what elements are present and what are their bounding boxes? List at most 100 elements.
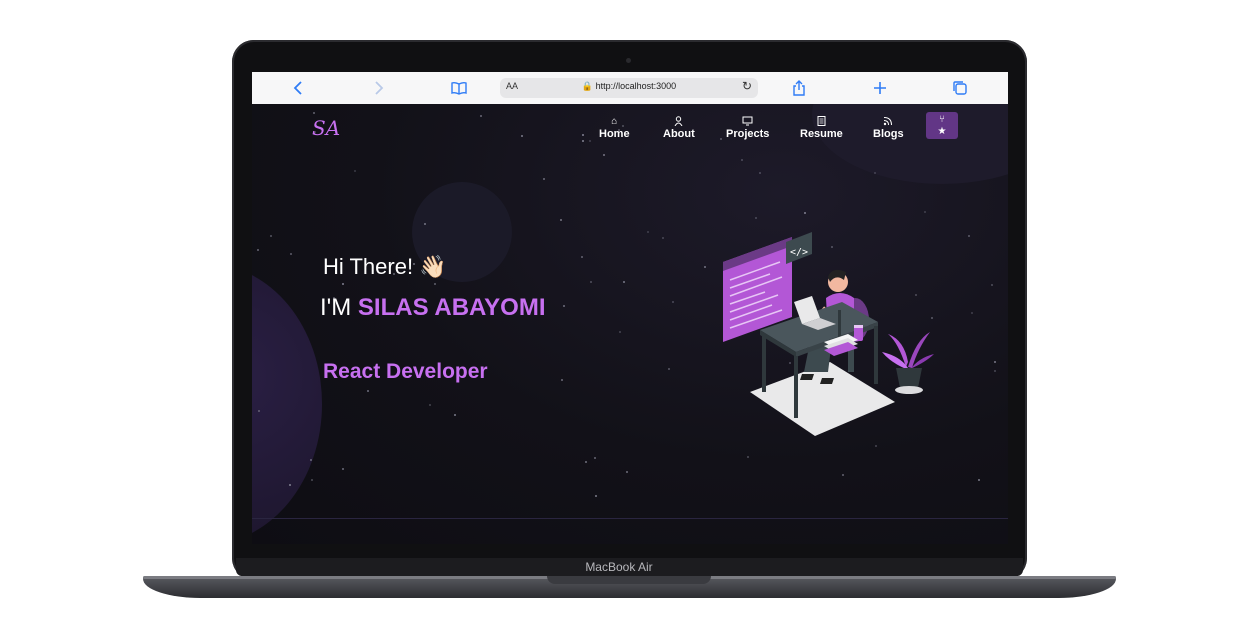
- star-dot: [968, 235, 970, 237]
- chevron-right-icon[interactable]: [369, 79, 387, 97]
- star-dot: [521, 135, 523, 137]
- github-fork-star-button[interactable]: ⑂ ★: [926, 112, 958, 139]
- star-dot: [720, 138, 722, 140]
- star-dot: [582, 134, 584, 136]
- rss-icon: [883, 116, 893, 127]
- star-dot: [480, 115, 482, 117]
- star-dot: [759, 172, 761, 174]
- star-dot: [313, 112, 315, 114]
- star-dot: [603, 154, 605, 156]
- laptop-notch: [547, 576, 711, 584]
- star-dot: [741, 159, 743, 161]
- star-dot: [747, 456, 749, 458]
- star-dot: [454, 414, 456, 416]
- star-dot: [589, 140, 591, 142]
- book-icon[interactable]: [450, 79, 468, 97]
- star-dot: [619, 331, 621, 333]
- star-dot: [543, 178, 545, 180]
- device-label: MacBook Air: [585, 560, 653, 574]
- star-dot: [585, 461, 587, 463]
- star-dot: [662, 237, 664, 239]
- url-text: 🔒 http://localhost:3000: [500, 81, 758, 92]
- star-dot: [647, 231, 649, 233]
- nav-label: Projects: [726, 128, 770, 140]
- monitor-icon: [742, 116, 753, 127]
- nav-label: Blogs: [873, 128, 904, 140]
- star-dot: [429, 404, 431, 406]
- url-value: http://localhost:3000: [595, 81, 677, 91]
- star-dot: [672, 301, 674, 303]
- star-dot: [289, 484, 291, 486]
- background-blob: [252, 264, 322, 544]
- star-dot: [563, 305, 565, 307]
- developer-illustration: </>: [723, 232, 934, 436]
- star-dot: [991, 284, 993, 286]
- star-dot: [595, 495, 597, 497]
- browser-toolbar: AA 🔒 http://localhost:3000 ↻: [252, 72, 1008, 105]
- plus-icon[interactable]: [871, 79, 889, 97]
- star-dot: [561, 379, 563, 381]
- star-dot: [804, 212, 806, 214]
- star-dot: [367, 390, 369, 392]
- nav-label: Home: [599, 128, 630, 140]
- star-dot: [874, 172, 876, 174]
- star-dot: [842, 474, 844, 476]
- tabs-icon[interactable]: [951, 79, 969, 97]
- star-dot: [978, 479, 980, 481]
- svg-text:</>: </>: [790, 247, 808, 258]
- reload-icon[interactable]: ↻: [742, 79, 752, 93]
- star-dot: [971, 312, 973, 314]
- developer-name: SILAS ABAYOMI: [357, 294, 546, 321]
- star-icon: ★: [937, 126, 947, 137]
- star-dot: [424, 223, 426, 225]
- share-icon[interactable]: [790, 79, 808, 97]
- star-dot: [994, 370, 996, 372]
- star-dot: [704, 266, 706, 268]
- nav-label: Resume: [800, 128, 843, 140]
- section-divider: [252, 518, 1008, 519]
- star-dot: [626, 471, 628, 473]
- greeting-text: Hi There! 👋🏻: [323, 254, 447, 279]
- document-icon: [817, 116, 826, 127]
- star-dot: [342, 468, 344, 470]
- star-dot: [582, 140, 584, 142]
- star-dot: [270, 235, 272, 237]
- fork-icon: ⑂: [939, 114, 945, 125]
- nav-item-blogs[interactable]: Blogs: [873, 116, 904, 140]
- potted-plant: [882, 332, 934, 394]
- nav-label: About: [663, 128, 695, 140]
- nav-item-home[interactable]: ⌂ Home: [599, 116, 630, 140]
- star-dot: [924, 211, 926, 213]
- star-dot: [581, 256, 583, 258]
- star-dot: [257, 249, 259, 251]
- nav-item-about[interactable]: About: [663, 116, 695, 140]
- screen: AA 🔒 http://localhost:3000 ↻ SA ⌂ Home A…: [252, 72, 1008, 544]
- star-dot: [290, 253, 292, 255]
- star-dot: [354, 170, 356, 172]
- star-dot: [668, 368, 670, 370]
- star-dot: [342, 283, 344, 285]
- role-typewriter: React Developer: [323, 360, 488, 383]
- star-dot: [755, 217, 757, 219]
- intro-prefix: I'M: [320, 294, 352, 321]
- star-dot: [623, 281, 625, 283]
- star-dot: [994, 361, 996, 363]
- star-dot: [560, 219, 562, 221]
- star-dot: [434, 283, 436, 285]
- nav-item-projects[interactable]: Projects: [726, 116, 769, 140]
- star-dot: [311, 479, 313, 481]
- star-dot: [590, 281, 592, 283]
- chevron-left-icon[interactable]: [290, 79, 308, 97]
- lock-icon: 🔒: [581, 81, 594, 91]
- portfolio-page: SA ⌂ Home About Projects Resume Blogs ⑂ …: [252, 104, 1008, 544]
- nav-item-resume[interactable]: Resume: [800, 116, 843, 140]
- intro-heading: I'M SILAS ABAYOMI: [320, 294, 546, 322]
- camera: [626, 58, 631, 63]
- star-dot: [594, 457, 596, 459]
- site-logo[interactable]: SA: [312, 116, 340, 140]
- star-dot: [258, 410, 260, 412]
- address-bar[interactable]: AA 🔒 http://localhost:3000 ↻: [500, 78, 758, 98]
- floor-tile: [750, 362, 895, 436]
- home-icon: ⌂: [611, 116, 618, 127]
- user-icon: [674, 116, 683, 127]
